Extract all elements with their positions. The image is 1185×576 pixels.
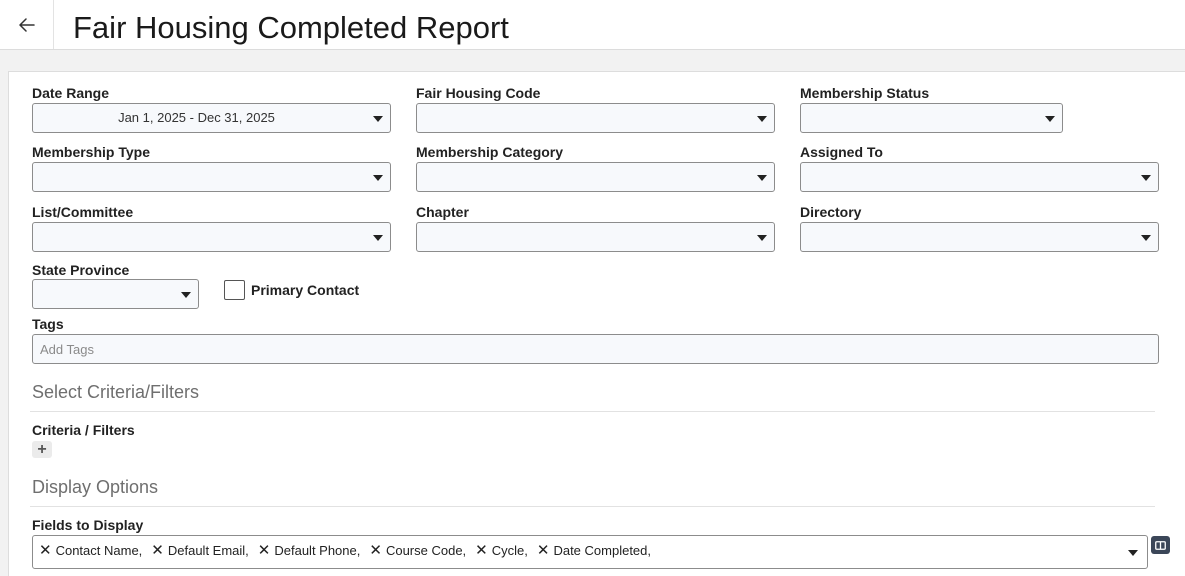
close-icon[interactable]: ✕ [39, 543, 52, 558]
caret-down-icon [757, 235, 767, 241]
date-range-label: Date Range [32, 85, 110, 101]
field-chip-label: Date Completed, [553, 543, 652, 558]
membership-status-select[interactable] [800, 103, 1063, 133]
caret-down-icon [373, 175, 383, 181]
primary-contact-label[interactable]: Primary Contact [251, 282, 359, 298]
criteria-section-title: Select Criteria/Filters [32, 382, 200, 402]
membership-status-label: Membership Status [800, 85, 930, 101]
caret-down-icon [1141, 175, 1151, 181]
membership-type-select[interactable] [32, 162, 391, 192]
caret-down-icon [373, 235, 383, 241]
membership-category-label: Membership Category [416, 144, 564, 160]
membership-category-select[interactable] [416, 162, 775, 192]
close-icon[interactable]: ✕ [369, 543, 382, 558]
fields-to-display-label: Fields to Display [32, 517, 144, 533]
field-chip: ✕ Default Email, [151, 543, 249, 558]
caret-down-icon [1045, 116, 1055, 122]
chapter-select[interactable] [416, 222, 775, 252]
display-divider [30, 506, 1155, 507]
field-chip: ✕ Course Code, [369, 543, 466, 558]
assigned-to-label: Assigned To [800, 144, 883, 160]
state-province-select[interactable] [32, 279, 199, 309]
field-chip: ✕ Default Phone, [258, 543, 361, 558]
membership-type-label: Membership Type [32, 144, 150, 160]
columns-icon [1155, 540, 1166, 550]
field-chip: ✕ Date Completed, [537, 543, 651, 558]
tags-label: Tags [32, 316, 64, 332]
field-chip-label: Default Phone, [274, 543, 361, 558]
caret-down-icon [1141, 235, 1151, 241]
assigned-to-select[interactable] [800, 162, 1159, 192]
field-chip-label: Default Email, [167, 543, 249, 558]
caret-down-icon [1128, 550, 1138, 556]
page-header: Fair Housing Completed Report [0, 0, 1185, 50]
state-province-label: State Province [32, 262, 130, 278]
criteria-divider [30, 411, 1155, 412]
field-chip: ✕ Contact Name, [39, 543, 142, 558]
close-icon[interactable]: ✕ [258, 543, 271, 558]
back-button[interactable] [0, 0, 54, 49]
close-icon[interactable]: ✕ [537, 543, 550, 558]
primary-contact-checkbox[interactable] [224, 280, 245, 300]
columns-order-button[interactable] [1151, 536, 1170, 554]
close-icon[interactable]: ✕ [475, 543, 488, 558]
directory-label: Directory [800, 204, 862, 220]
fields-to-display-select[interactable]: ✕ Contact Name, ✕ Default Email, ✕ Defau… [32, 535, 1148, 569]
close-icon[interactable]: ✕ [151, 543, 164, 558]
arrow-left-icon [18, 17, 35, 32]
field-chip-label: Cycle, [491, 543, 528, 558]
date-range-select[interactable]: Jan 1, 2025 - Dec 31, 2025 [32, 103, 391, 133]
caret-down-icon [757, 116, 767, 122]
field-chip: ✕ Cycle, [475, 543, 528, 558]
list-committee-select[interactable] [32, 222, 391, 252]
caret-down-icon [181, 292, 191, 298]
display-options-title: Display Options [32, 477, 159, 497]
list-committee-label: List/Committee [32, 204, 134, 220]
criteria-filters-label: Criteria / Filters [32, 422, 135, 438]
date-range-value: Jan 1, 2025 - Dec 31, 2025 [118, 110, 275, 125]
page-title: Fair Housing Completed Report [73, 10, 509, 45]
plus-icon: + [37, 440, 47, 458]
tags-input[interactable] [32, 334, 1159, 364]
caret-down-icon [757, 175, 767, 181]
fair-housing-code-label: Fair Housing Code [416, 85, 541, 101]
report-panel [8, 71, 1185, 576]
add-criteria-button[interactable]: + [32, 441, 52, 458]
caret-down-icon [373, 116, 383, 122]
fair-housing-code-select[interactable] [416, 103, 775, 133]
selected-fields: ✕ Contact Name, ✕ Default Email, ✕ Defau… [39, 543, 660, 558]
field-chip-label: Contact Name, [55, 543, 143, 558]
field-chip-label: Course Code, [385, 543, 467, 558]
directory-select[interactable] [800, 222, 1159, 252]
chapter-label: Chapter [416, 204, 469, 220]
